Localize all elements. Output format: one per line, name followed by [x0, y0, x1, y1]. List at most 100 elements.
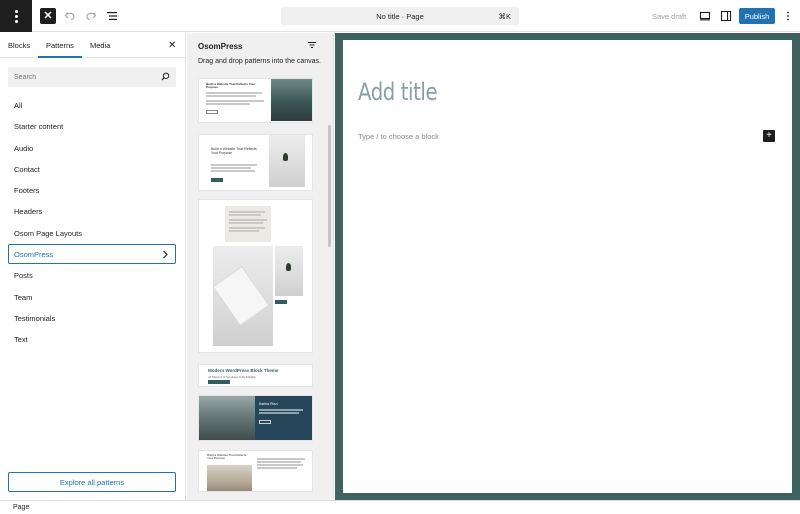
category-osompress[interactable]: OsomPress: [8, 244, 176, 264]
preview-button[interactable]: [697, 8, 713, 24]
pattern-heading: Modern WordPress Block Theme: [208, 368, 279, 373]
post-title-input[interactable]: Add title: [358, 78, 438, 106]
pattern-text-line: [229, 211, 265, 213]
plant-shape: [286, 263, 291, 271]
pattern-preview-notebook[interactable]: [198, 199, 313, 353]
pattern-previews-panel: OsomPress Drag and drop patterns into th…: [187, 33, 334, 500]
save-draft-button[interactable]: Save draft: [652, 12, 686, 21]
tab-blocks[interactable]: Blocks: [8, 41, 30, 50]
shortcut-hint: ⌘K: [498, 12, 511, 21]
publish-button[interactable]: Publish: [739, 8, 775, 24]
pattern-text-line: [229, 227, 265, 229]
redo-icon: [86, 12, 97, 21]
ellipsis-vertical-icon: [14, 9, 18, 23]
plant-shape: [283, 153, 288, 161]
close-icon: ✕: [43, 9, 53, 22]
pattern-image-plant: [275, 246, 303, 296]
pattern-button: [275, 300, 287, 304]
pattern-text-line: [206, 103, 250, 105]
close-panel-icon[interactable]: ✕: [168, 40, 176, 51]
pattern-image-plant: [269, 135, 305, 187]
tab-media[interactable]: Media: [90, 41, 110, 50]
category-all[interactable]: All: [8, 95, 176, 115]
category-text[interactable]: Text: [8, 329, 176, 349]
pattern-heading: Build a Website That Reflects Your Purpo…: [207, 453, 247, 461]
editor-header: ✕ No title · Page ⌘K Save draft Publish: [0, 0, 800, 32]
default-block-appender[interactable]: Type / to choose a block: [358, 132, 439, 141]
pattern-preview-hero-laptop[interactable]: Build a Website That Reflects Your Purpo…: [198, 78, 313, 123]
pattern-text-line: [229, 230, 259, 232]
pattern-drag-hint: Drag and drop patterns into the canvas.: [198, 58, 321, 65]
category-footers[interactable]: Footers: [8, 180, 176, 200]
pattern-text-line: [211, 164, 257, 166]
category-starter-content[interactable]: Starter content: [8, 116, 176, 136]
pattern-image-sepia: [207, 465, 252, 491]
pattern-button: [259, 420, 271, 424]
options-button[interactable]: [780, 8, 796, 24]
pattern-text-line: [259, 412, 299, 414]
redo-button[interactable]: [83, 8, 99, 24]
pattern-heading: Build a Website That Reflects Your Purpo…: [206, 82, 256, 90]
pattern-text-line: [211, 170, 255, 172]
breadcrumb[interactable]: Page: [13, 504, 29, 511]
editor-canvas[interactable]: Add title Type / to choose a block +: [343, 40, 792, 493]
pattern-text-line: [229, 222, 263, 224]
pattern-text-line: [211, 167, 251, 169]
list-view-icon: [107, 12, 117, 20]
pattern-image-desk: [199, 396, 255, 440]
category-osom-page-layouts[interactable]: Osom Page Layouts: [8, 223, 176, 243]
pattern-preview-profile[interactable]: Karina Rizzi: [198, 395, 313, 441]
pattern-text-line: [206, 92, 262, 94]
chevron-right-icon: [163, 250, 168, 259]
pattern-button: [211, 178, 223, 182]
add-block-button[interactable]: +: [763, 130, 775, 142]
pattern-text-line: [257, 461, 301, 463]
pattern-subheading: All Patterns & Templates Fully Editable: [208, 375, 256, 379]
pattern-category-title: OsomPress: [198, 42, 243, 51]
category-testimonials[interactable]: Testimonials: [8, 308, 176, 328]
document-title: No title · Page: [376, 12, 424, 21]
pattern-heading: Karina Rizzi: [259, 402, 278, 406]
pattern-button: [206, 110, 218, 114]
command-palette-button[interactable]: No title · Page ⌘K: [281, 7, 519, 25]
wordpress-menu-button[interactable]: [0, 0, 32, 32]
undo-button[interactable]: [62, 8, 78, 24]
pattern-text-line: [257, 467, 297, 469]
more-vertical-icon: [787, 11, 789, 21]
search-input[interactable]: [14, 70, 154, 84]
category-contact[interactable]: Contact: [8, 159, 176, 179]
pattern-image-laptop: [271, 79, 312, 121]
pattern-text-line: [229, 214, 261, 216]
pattern-search: [8, 67, 176, 87]
category-headers[interactable]: Headers: [8, 201, 176, 221]
category-posts[interactable]: Posts: [8, 265, 176, 285]
settings-sidebar-button[interactable]: [718, 8, 734, 24]
document-overview-button[interactable]: [104, 8, 120, 24]
pattern-button: [208, 380, 230, 384]
block-inserter-panel: Blocks Patterns Media ✕ All Starter cont…: [0, 33, 186, 500]
category-team[interactable]: Team: [8, 287, 176, 307]
search-icon[interactable]: [161, 72, 170, 81]
pattern-preview-hero-plant[interactable]: Build a Website That Reflects Your Purpo…: [198, 134, 313, 191]
filter-icon[interactable]: [307, 40, 317, 50]
pattern-text-line: [229, 219, 267, 221]
sidebar-icon: [720, 10, 732, 22]
close-inserter-button[interactable]: ✕: [40, 8, 56, 24]
category-audio[interactable]: Audio: [8, 138, 176, 158]
pattern-heading: Build a Website That Reflects Your Purpo…: [211, 147, 257, 156]
plus-icon: +: [766, 130, 772, 141]
desktop-icon: [699, 11, 711, 21]
explore-all-patterns-button[interactable]: Explore all patterns: [8, 472, 176, 492]
pattern-text-line: [259, 409, 303, 411]
pattern-text-line: [206, 100, 264, 102]
editor-footer: Page: [0, 500, 800, 514]
pattern-text-line: [257, 458, 305, 460]
pattern-text-line: [257, 464, 303, 466]
tab-patterns[interactable]: Patterns: [38, 41, 82, 58]
inserter-tabs: Blocks Patterns Media ✕: [0, 33, 186, 58]
pattern-preview-theme-banner[interactable]: Modern WordPress Block Theme All Pattern…: [198, 364, 313, 387]
pattern-preview-hero-sepia[interactable]: Build a Website That Reflects Your Purpo…: [198, 450, 313, 492]
pattern-list-scrollbar[interactable]: [328, 125, 331, 247]
pattern-text-line: [206, 95, 256, 97]
undo-icon: [64, 12, 75, 21]
